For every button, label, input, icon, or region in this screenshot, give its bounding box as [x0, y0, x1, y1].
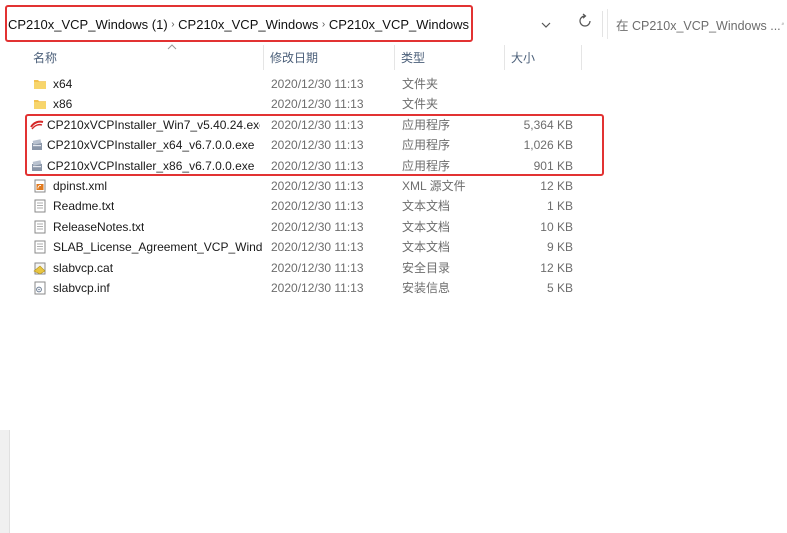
refresh-icon [579, 13, 591, 27]
file-row-readme[interactable]: Readme.txt 2020/12/30 11:13 文本文档 1 KB [0, 196, 787, 216]
file-size: 1 KB [546, 199, 573, 214]
file-type: XML 源文件 [402, 178, 466, 193]
file-date: 2020/12/30 11:13 [271, 158, 364, 173]
file-name: x64 [53, 77, 73, 91]
file-type: 安全目录 [402, 260, 451, 275]
file-date: 2020/12/30 11:13 [271, 219, 364, 234]
file-explorer-window: CP210x_VCP_Windows (1) › CP210x_VCP_Wind… [0, 0, 787, 533]
file-name: ReleaseNotes.txt [53, 219, 145, 234]
file-size: 5,364 KB [523, 117, 573, 132]
file-size: 10 KB [540, 219, 573, 234]
file-date: 2020/12/30 11:13 [271, 260, 364, 275]
breadcrumb-item[interactable]: CP210x_VCP_Windows (1) [7, 17, 169, 32]
file-date: 2020/12/30 11:13 [271, 138, 364, 153]
file-size: 901 KB [533, 158, 573, 173]
security-catalog-icon [33, 262, 46, 275]
address-bar-area: CP210x_VCP_Windows (1) › CP210x_VCP_Wind… [0, 0, 787, 44]
file-row-x86[interactable]: x86 2020/12/30 11:13 文件夹 [0, 94, 787, 114]
file-date: 2020/12/30 11:13 [271, 117, 364, 132]
file-list: x64 2020/12/30 11:13 文件夹 x86 2020/12/30 … [0, 74, 787, 298]
file-name: slabvcp.cat [53, 260, 114, 275]
column-header-size[interactable]: 大小 [505, 45, 582, 70]
breadcrumb-separator-icon[interactable]: › [319, 19, 327, 30]
silabs-app-icon [30, 120, 44, 130]
breadcrumb-separator-icon[interactable]: › [169, 19, 177, 30]
folder-icon [34, 80, 46, 89]
breadcrumb-item[interactable]: CP210x_VCP_Windows [328, 17, 470, 32]
file-name: Readme.txt [53, 199, 115, 214]
file-row-x64-installer[interactable]: CP210xVCPInstaller_x64_v6.7.0.0.exe 2020… [0, 135, 787, 155]
file-name: SLAB_License_Agreement_VCP_Wind... [53, 240, 263, 255]
search-input[interactable]: 在 CP210x_VCP_Windows ... [607, 9, 787, 39]
file-size: 5 KB [546, 280, 573, 295]
installer-icon [32, 139, 42, 151]
file-type: 应用程序 [402, 158, 451, 173]
column-header-date[interactable]: 修改日期 [264, 45, 395, 70]
file-row-win7-installer[interactable]: CP210xVCPInstaller_Win7_v5.40.24.exe 202… [0, 115, 787, 135]
sort-ascending-icon [167, 44, 177, 50]
chevron-down-icon [541, 22, 551, 28]
setup-info-icon [34, 281, 46, 295]
file-name: slabvcp.inf [53, 280, 110, 295]
file-size: 9 KB [546, 240, 573, 255]
file-date: 2020/12/30 11:13 [271, 280, 364, 295]
file-type: 应用程序 [402, 138, 451, 153]
file-size: 12 KB [540, 178, 573, 193]
folder-icon [34, 100, 46, 110]
file-size: 1,026 KB [523, 138, 573, 153]
file-date: 2020/12/30 11:13 [271, 178, 364, 193]
toolbar-divider [602, 11, 603, 37]
file-row-slabvcp-cat[interactable]: slabvcp.cat 2020/12/30 11:13 安全目录 12 KB [0, 258, 787, 278]
file-row-x64[interactable]: x64 2020/12/30 11:13 文件夹 [0, 74, 787, 94]
address-history-dropdown[interactable] [536, 16, 556, 34]
column-header-size-label: 大小 [511, 51, 536, 65]
text-file-icon [34, 240, 46, 254]
file-row-dpinst[interactable]: dpinst.xml 2020/12/30 11:13 XML 源文件 12 K… [0, 176, 787, 196]
file-name: CP210xVCPInstaller_x64_v6.7.0.0.exe [47, 138, 255, 153]
file-row-releasenotes[interactable]: ReleaseNotes.txt 2020/12/30 11:13 文本文档 1… [0, 217, 787, 237]
file-date: 2020/12/30 11:13 [271, 199, 364, 214]
breadcrumb-item[interactable]: CP210x_VCP_Windows [177, 17, 319, 32]
text-file-icon [34, 220, 46, 234]
column-header-name-label: 名称 [33, 51, 58, 65]
text-file-icon [34, 199, 46, 213]
file-name: x86 [53, 97, 73, 112]
search-placeholder: 在 CP210x_VCP_Windows ... [616, 18, 781, 33]
file-date: 2020/12/30 11:13 [271, 240, 364, 255]
file-type: 文本文档 [402, 240, 451, 255]
file-type: 文件夹 [402, 97, 439, 112]
breadcrumb[interactable]: CP210x_VCP_Windows (1) › CP210x_VCP_Wind… [7, 9, 470, 39]
file-name: CP210xVCPInstaller_Win7_v5.40.24.exe [47, 117, 260, 132]
column-header-type[interactable]: 类型 [395, 45, 505, 70]
column-header-date-label: 修改日期 [270, 51, 319, 65]
column-headers: 名称 修改日期 类型 大小 [0, 44, 787, 70]
refresh-button[interactable] [575, 13, 595, 35]
file-date: 2020/12/30 11:13 [271, 97, 364, 112]
file-type: 文本文档 [402, 199, 451, 214]
file-row-license[interactable]: SLAB_License_Agreement_VCP_Wind... 2020/… [0, 237, 787, 257]
file-name: CP210xVCPInstaller_x86_v6.7.0.0.exe [47, 158, 255, 173]
column-header-type-label: 类型 [401, 51, 426, 65]
installer-icon [32, 159, 42, 171]
file-type: 文件夹 [402, 77, 439, 91]
file-type: 应用程序 [402, 117, 451, 132]
search-icon[interactable] [781, 15, 784, 33]
file-type: 安装信息 [402, 280, 451, 295]
file-size: 12 KB [540, 260, 573, 275]
file-row-slabvcp-inf[interactable]: slabvcp.inf 2020/12/30 11:13 安装信息 5 KB [0, 278, 787, 298]
file-date: 2020/12/30 11:13 [271, 77, 364, 91]
navigation-pane-edge [0, 430, 10, 533]
xml-file-icon [34, 179, 46, 193]
file-row-x86-installer[interactable]: CP210xVCPInstaller_x86_v6.7.0.0.exe 2020… [0, 156, 787, 176]
column-header-name[interactable]: 名称 [27, 44, 264, 70]
file-type: 文本文档 [402, 219, 451, 234]
file-name: dpinst.xml [53, 178, 108, 193]
